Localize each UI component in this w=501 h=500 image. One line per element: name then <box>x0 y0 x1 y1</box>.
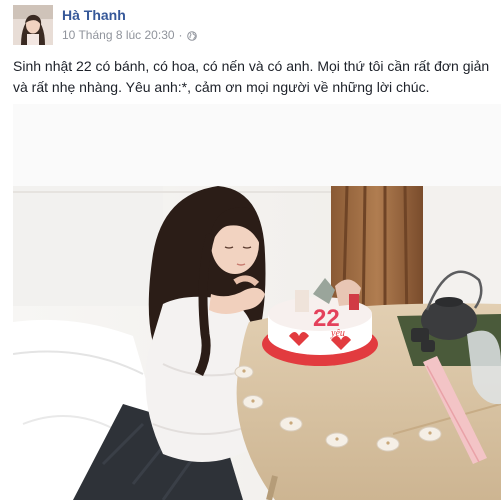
post-meta: 10 Tháng 8 lúc 20:30 · <box>62 27 197 43</box>
meta-separator: · <box>178 28 183 42</box>
author-name[interactable]: Hà Thanh <box>62 7 126 23</box>
avatar[interactable] <box>13 5 53 45</box>
post-text: Sinh nhật 22 có bánh, có hoa, có nến và … <box>13 56 501 98</box>
post-card: Hà Thanh 10 Tháng 8 lúc 20:30 · Sinh nhậ… <box>0 0 501 500</box>
post-text-line: Sinh nhật 22 có bánh, có hoa, có nến và … <box>13 58 490 74</box>
post-photo[interactable]: 22 yêu <box>13 104 501 500</box>
birthday-photo: 22 yêu <box>13 104 501 500</box>
avatar-image <box>13 5 53 45</box>
post-text-line: và rất nhẹ nhàng. Yêu anh:*, cảm ơn mọi … <box>13 79 430 95</box>
cake-text: yêu <box>330 328 345 339</box>
post-timestamp[interactable]: 10 Tháng 8 lúc 20:30 <box>62 28 175 42</box>
globe-icon[interactable] <box>186 30 197 41</box>
